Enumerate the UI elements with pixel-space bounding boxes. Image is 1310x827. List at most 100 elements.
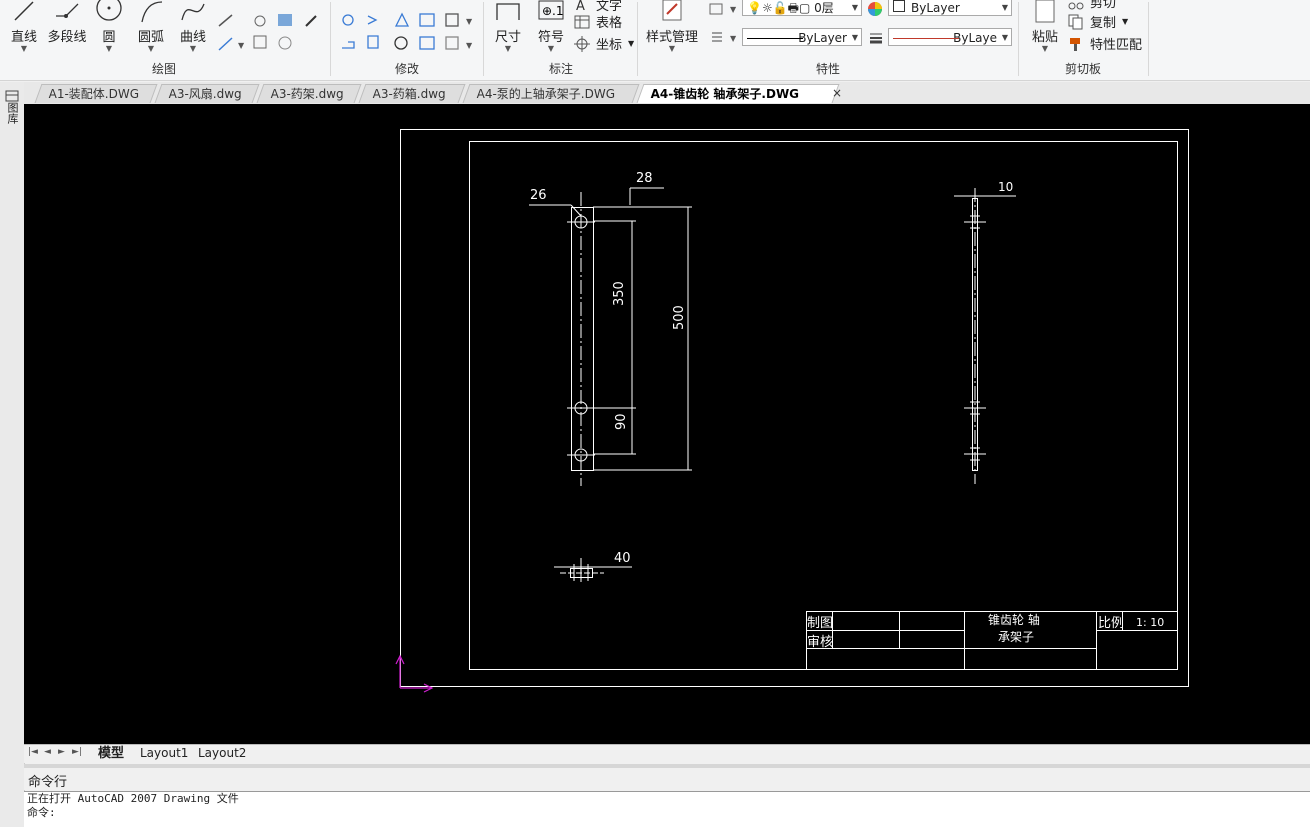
cut-button-label: 剪切 bbox=[1090, 0, 1117, 11]
stretch-icon[interactable] bbox=[342, 41, 355, 49]
cloud-icon[interactable] bbox=[278, 36, 292, 50]
move-icon[interactable] bbox=[342, 14, 354, 26]
linetype-dropdown[interactable]: ByLayer ▼ bbox=[742, 28, 862, 46]
table-button-label: 表格 bbox=[596, 16, 623, 31]
tab-a4-pump-bearing[interactable]: A4-泵的上轴承架子.DWG bbox=[462, 84, 640, 103]
next-layout-icon[interactable]: ► bbox=[58, 747, 65, 757]
chevron-down-icon: ▼ bbox=[147, 44, 155, 53]
list-icon[interactable]: ▼ bbox=[706, 28, 740, 46]
layer-dropdown[interactable]: 💡☼🔓🖶▢ 0层 ▼ bbox=[742, 0, 862, 16]
symbol-button-label: 符号 bbox=[537, 30, 564, 45]
tab-layout2[interactable]: Layout2 bbox=[192, 745, 252, 762]
hatch-icon[interactable] bbox=[278, 14, 292, 26]
table-icon bbox=[574, 15, 590, 28]
color-dropdown[interactable]: ByLayer ▼ bbox=[888, 0, 1012, 16]
tab-layout1[interactable]: Layout1 bbox=[134, 745, 194, 762]
copy-button-label: 复制 bbox=[1090, 16, 1117, 31]
tab-a3-rack[interactable]: A3-药架.dwg bbox=[256, 84, 362, 103]
point-icon[interactable] bbox=[305, 15, 317, 27]
tab-a3-box[interactable]: A3-药箱.dwg bbox=[358, 84, 466, 103]
drawing-canvas[interactable]: 26 28 350 500 90 10 40 制图 审核 锥齿轮 轴 承架子 比… bbox=[24, 104, 1310, 744]
svg-text:⊕.1: ⊕.1 bbox=[542, 4, 564, 18]
line-button[interactable]: 直线 ▼ bbox=[8, 0, 40, 53]
lineweight-icon[interactable] bbox=[868, 30, 884, 46]
modify-panel-label: 修改 bbox=[394, 62, 419, 76]
front-view bbox=[529, 187, 692, 486]
paintbrush-icon bbox=[1070, 37, 1080, 51]
layer-value: 0层 bbox=[814, 1, 834, 15]
draw-panel-label: 绘图 bbox=[151, 62, 176, 76]
array-icon[interactable] bbox=[445, 13, 459, 27]
first-layout-icon[interactable]: |◄ bbox=[28, 747, 38, 757]
donut-icon[interactable] bbox=[254, 15, 266, 27]
modify-tools[interactable]: ▼ ▼ bbox=[338, 8, 478, 56]
chevron-down-icon: ▼ bbox=[628, 39, 635, 48]
ray-icon[interactable] bbox=[218, 14, 233, 27]
library-label[interactable]: 图库 bbox=[6, 102, 19, 124]
copy-obj-icon[interactable] bbox=[419, 36, 435, 50]
table-button[interactable]: 表格 bbox=[574, 12, 622, 31]
chevron-down-icon: ▼ bbox=[547, 44, 555, 53]
drawing-svg[interactable] bbox=[24, 104, 1310, 744]
tab-model[interactable]: 模型 bbox=[92, 745, 130, 762]
tab-a1-assembly[interactable]: A1-装配体.DWG bbox=[34, 84, 158, 103]
polyline-button-label: 多段线 bbox=[47, 30, 87, 45]
command-header-label: 命令行 bbox=[28, 775, 68, 790]
command-prompt[interactable]: 命令: bbox=[27, 806, 1310, 820]
document-tabbar: A1-装配体.DWG A3-风扇.dwg A3-药架.dwg A3-药箱.dwg… bbox=[24, 82, 1310, 104]
rotate-icon[interactable] bbox=[394, 36, 408, 50]
chevron-down-icon: ▼ bbox=[189, 44, 197, 53]
chevron-down-icon: ▼ bbox=[20, 44, 28, 53]
style-manager-label: 样式管理 bbox=[645, 30, 698, 45]
tab-a3-fan[interactable]: A3-风扇.dwg bbox=[154, 84, 260, 103]
symbol-button[interactable]: ⊕.1 符号 ▼ bbox=[534, 0, 568, 53]
trim-icon[interactable] bbox=[367, 15, 378, 25]
tab-label: A4-泵的上轴承架子.DWG bbox=[476, 87, 616, 101]
ribbon: 直线 ▼ 多段线 圆 ▼ 圆弧 ▼ 曲线 ▼ ▼ 绘图 ▼ ▼ 修改 尺寸 ▼ … bbox=[0, 0, 1310, 81]
command-window[interactable]: 正在打开 AutoCAD 2007 Drawing 文件 命令: bbox=[24, 791, 1310, 827]
library-icon[interactable] bbox=[5, 88, 19, 102]
xline-icon[interactable] bbox=[218, 37, 233, 51]
dim-500: 500 bbox=[672, 305, 687, 330]
scale-icon[interactable] bbox=[419, 13, 435, 27]
title-part-name-2: 承架子 bbox=[998, 630, 1035, 644]
lineweight-dropdown[interactable]: ByLaye ▼ bbox=[888, 28, 1012, 46]
region-icon[interactable] bbox=[253, 35, 267, 49]
circle-button[interactable]: 圆 ▼ bbox=[92, 0, 126, 53]
copy-button[interactable]: 复制 ▼ bbox=[1068, 12, 1128, 31]
panel-separator bbox=[637, 2, 638, 76]
close-icon[interactable]: × bbox=[832, 86, 842, 100]
coordinate-button[interactable]: 坐标 ▼ bbox=[574, 34, 634, 53]
lineweight-value: ByLaye bbox=[953, 31, 997, 45]
spline-button[interactable]: 曲线 ▼ bbox=[174, 0, 212, 53]
last-layout-icon[interactable]: ►| bbox=[72, 747, 82, 757]
mirror-icon[interactable] bbox=[394, 12, 410, 27]
offset-icon[interactable] bbox=[367, 35, 379, 49]
explode-icon[interactable] bbox=[445, 36, 459, 50]
prev-layout-icon[interactable]: ◄ bbox=[44, 747, 51, 757]
tab-label: A3-药架.dwg bbox=[270, 87, 344, 101]
style-manager-button[interactable]: 样式管理 ▼ bbox=[644, 0, 700, 53]
layer-states-icon[interactable]: ▼ bbox=[706, 0, 740, 18]
polyline-button[interactable]: 多段线 bbox=[44, 0, 90, 45]
color-value: ByLayer bbox=[911, 1, 960, 15]
coordinate-button-label: 坐标 bbox=[596, 38, 623, 53]
paste-button[interactable]: 粘贴 ▼ bbox=[1026, 0, 1064, 53]
arc-icon bbox=[141, 1, 163, 23]
copy-icon bbox=[1068, 14, 1083, 29]
draw-small-tools[interactable]: ▼ bbox=[216, 12, 324, 56]
chevron-down-icon: ▼ bbox=[105, 44, 113, 53]
dimension-button[interactable]: 尺寸 ▼ bbox=[490, 0, 526, 53]
linetype-value: ByLayer bbox=[798, 31, 847, 45]
match-properties-label: 特性匹配 bbox=[1090, 38, 1143, 53]
color-wheel-icon[interactable] bbox=[866, 0, 884, 18]
match-properties-button[interactable]: 特性匹配 bbox=[1068, 34, 1142, 53]
arc-button[interactable]: 圆弧 ▼ bbox=[132, 0, 170, 53]
panel-separator bbox=[1148, 2, 1149, 76]
cut-button[interactable]: 剪切 bbox=[1068, 0, 1116, 11]
side-view bbox=[954, 188, 1016, 484]
command-header: 命令行 bbox=[24, 764, 1310, 790]
svg-text:▼: ▼ bbox=[730, 34, 737, 43]
chevron-down-icon: ▼ bbox=[851, 33, 858, 42]
tab-a4-bevel-gear[interactable]: A4-锥齿轮 轴承架子.DWG bbox=[636, 84, 840, 103]
